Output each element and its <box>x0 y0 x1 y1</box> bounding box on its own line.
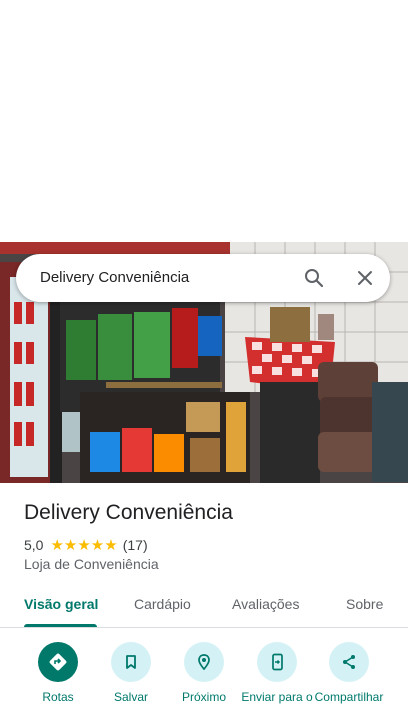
rating-value: 5,0 <box>24 537 44 553</box>
tab-menu[interactable]: Cardápio <box>134 596 191 612</box>
nearby-icon <box>184 642 224 682</box>
blank-area <box>0 0 408 242</box>
save-label: Salvar <box>113 690 148 704</box>
rating-row[interactable]: 5,0 ★★★★★ (17) <box>24 536 148 554</box>
share-icon <box>329 642 369 682</box>
place-category[interactable]: Loja de Conveniência <box>24 556 159 572</box>
tabs-divider <box>0 627 408 628</box>
send-to-phone-icon <box>257 642 297 682</box>
search-bar[interactable]: Delivery Conveniência <box>16 254 390 302</box>
nearby-button[interactable]: Próximo <box>164 642 244 704</box>
save-button[interactable]: Salvar <box>91 642 171 704</box>
place-title: Delivery Conveniência <box>24 501 233 524</box>
search-query-text[interactable]: Delivery Conveniência <box>40 269 189 286</box>
directions-button[interactable]: Rotas <box>18 642 98 704</box>
share-label: Compartilhar <box>314 690 384 704</box>
review-count[interactable]: (17) <box>123 537 148 553</box>
send-to-phone-label: Enviar para o <box>241 690 313 704</box>
tab-reviews[interactable]: Avaliações <box>232 596 299 612</box>
share-button[interactable]: Compartilhar <box>309 642 389 704</box>
search-icon[interactable] <box>302 266 326 290</box>
rating-stars: ★★★★★ <box>50 537 118 554</box>
close-icon[interactable] <box>353 266 377 290</box>
tab-about[interactable]: Sobre <box>346 596 383 612</box>
tab-overview[interactable]: Visão geral <box>24 596 98 612</box>
directions-label: Rotas <box>42 690 74 704</box>
send-to-phone-button[interactable]: Enviar para o <box>237 642 317 704</box>
nearby-label: Próximo <box>181 690 226 704</box>
directions-icon <box>38 642 78 682</box>
bookmark-icon <box>111 642 151 682</box>
